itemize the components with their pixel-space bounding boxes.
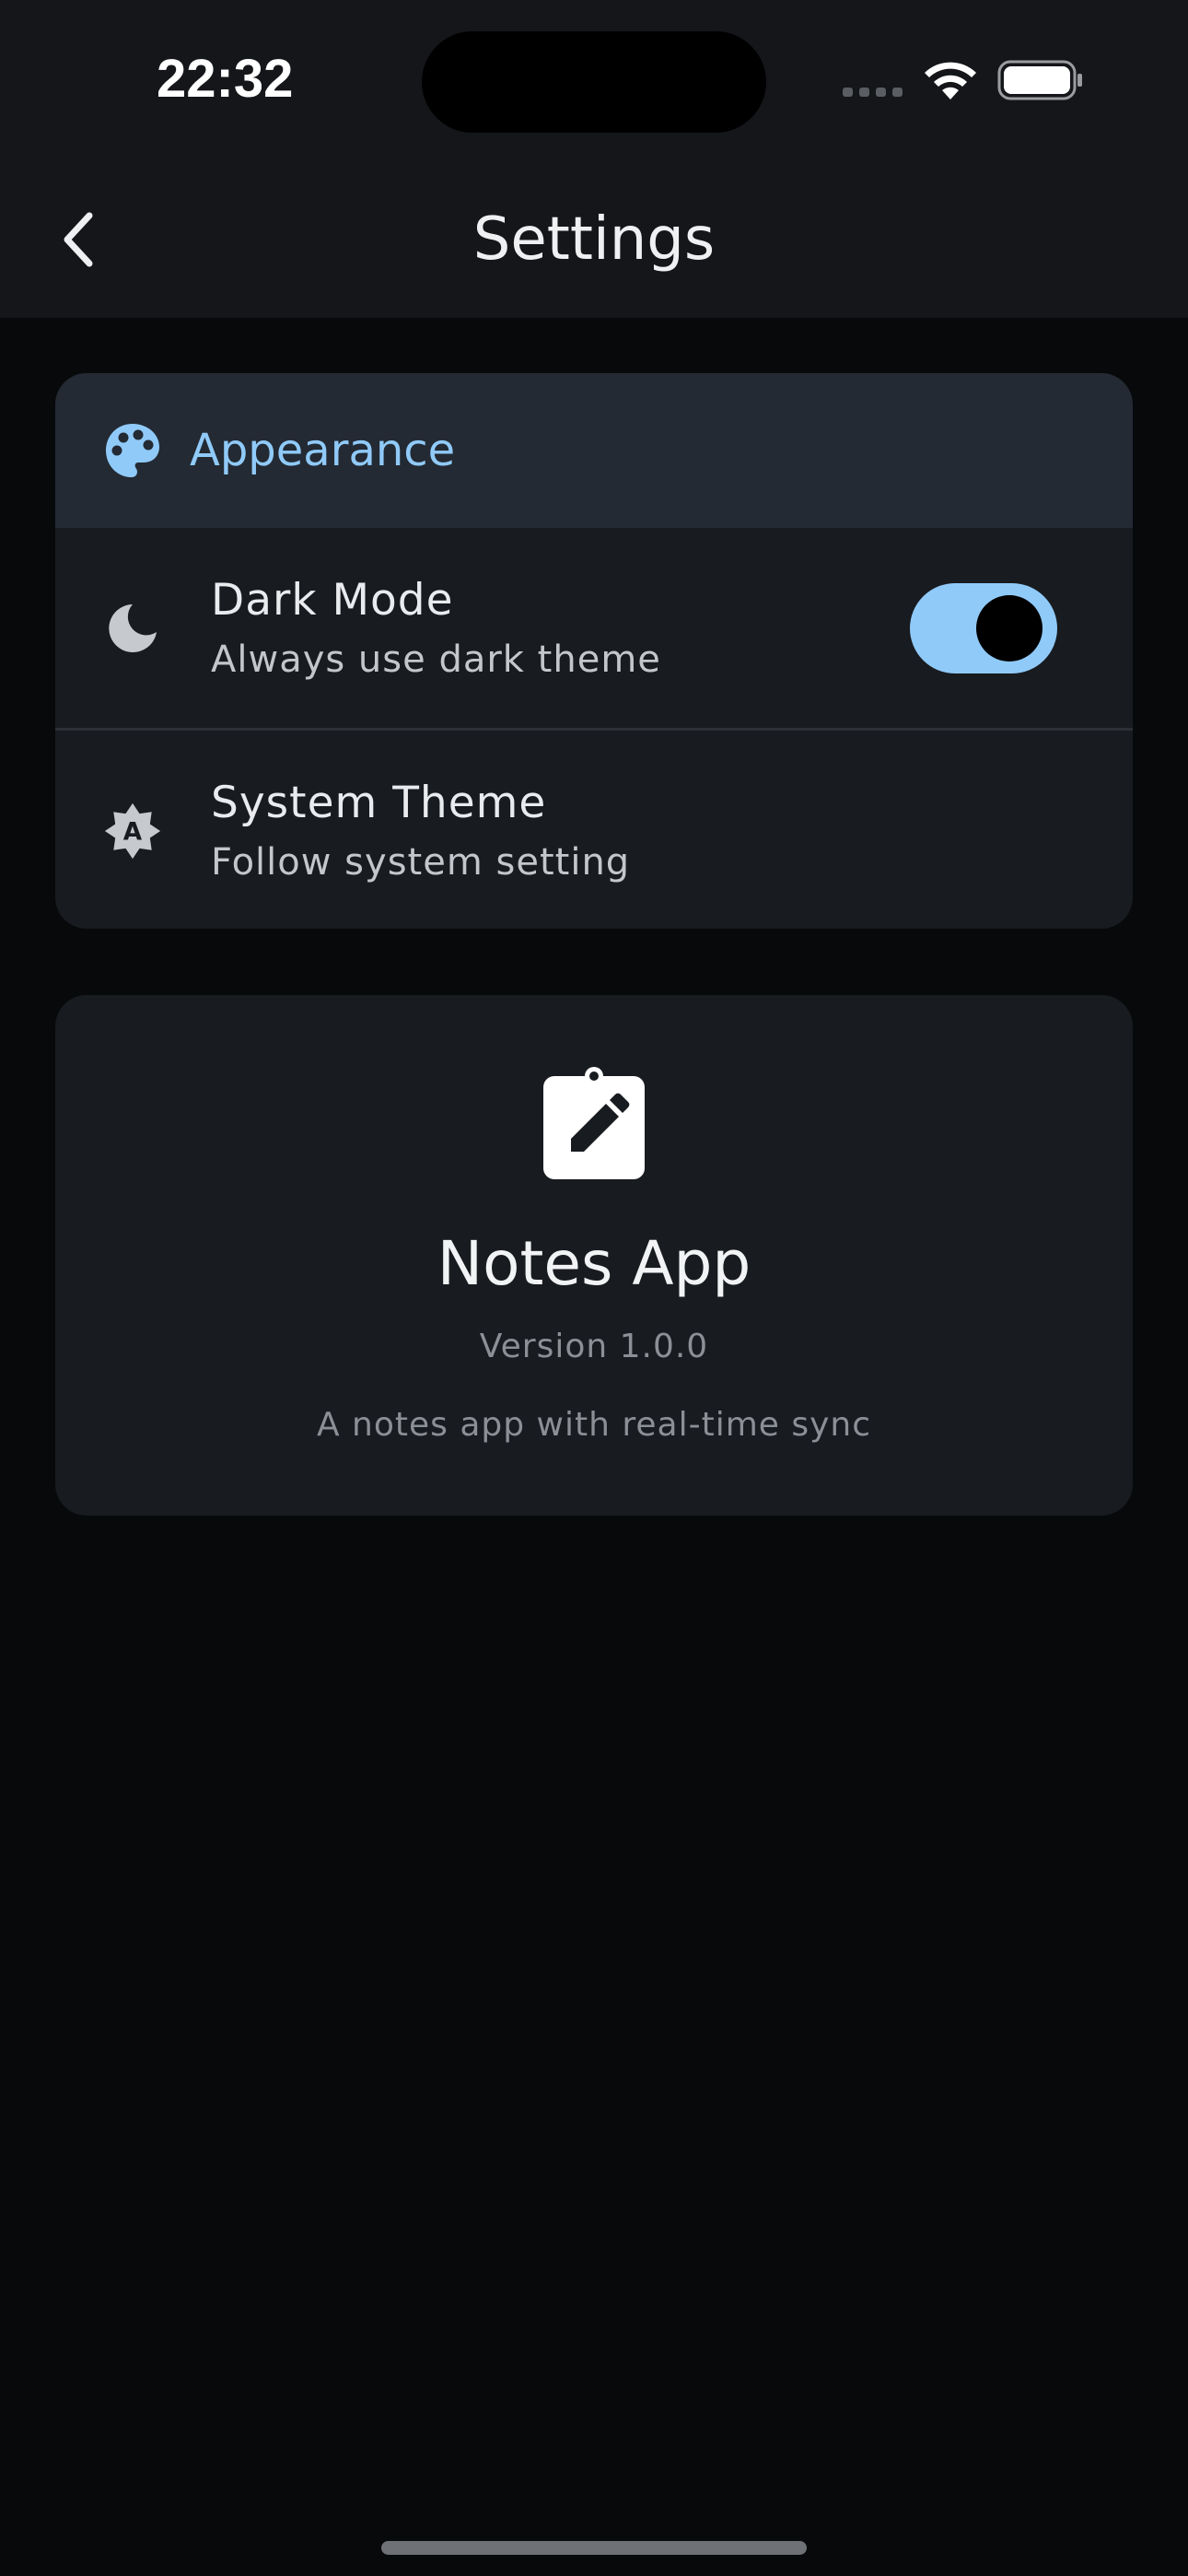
status-time: 22:32 — [157, 49, 294, 109]
dark-mode-text: Dark Mode Always use dark theme — [211, 573, 661, 684]
app-name: Notes App — [437, 1228, 751, 1299]
dark-mode-subtitle: Always use dark theme — [211, 638, 661, 681]
app-description: A notes app with real-time sync — [316, 1406, 872, 1444]
appearance-section-title: Appearance — [190, 425, 456, 476]
clipboard-edit-icon — [543, 1067, 645, 1179]
toggle-knob — [976, 594, 1042, 662]
about-card: Notes App Version 1.0.0 A notes app with… — [55, 995, 1133, 1516]
appearance-card: Appearance Dark Mode Always use dark the… — [55, 373, 1133, 929]
top-app-bar: 22:32 Settings — [0, 0, 1188, 318]
system-theme-text: System Theme Follow system setting — [211, 776, 630, 886]
svg-text:A: A — [123, 818, 143, 846]
brightness-auto-icon: A — [103, 802, 162, 861]
system-theme-row[interactable]: A System Theme Follow system setting — [55, 731, 1133, 929]
battery-icon — [997, 60, 1082, 100]
palette-icon — [106, 424, 159, 477]
system-theme-subtitle: Follow system setting — [211, 840, 631, 884]
appearance-section-header: Appearance — [55, 373, 1133, 528]
dark-mode-toggle[interactable] — [910, 582, 1057, 673]
app-version: Version 1.0.0 — [479, 1328, 709, 1365]
dark-mode-title: Dark Mode — [211, 574, 454, 626]
wifi-icon — [925, 62, 976, 100]
dark-mode-row[interactable]: Dark Mode Always use dark theme — [55, 528, 1133, 728]
dynamic-island — [422, 31, 766, 133]
page-title: Settings — [472, 205, 716, 274]
moon-icon — [103, 599, 162, 658]
cellular-signal-icon — [843, 88, 903, 97]
system-theme-title: System Theme — [211, 777, 547, 828]
home-indicator[interactable] — [381, 2541, 807, 2555]
